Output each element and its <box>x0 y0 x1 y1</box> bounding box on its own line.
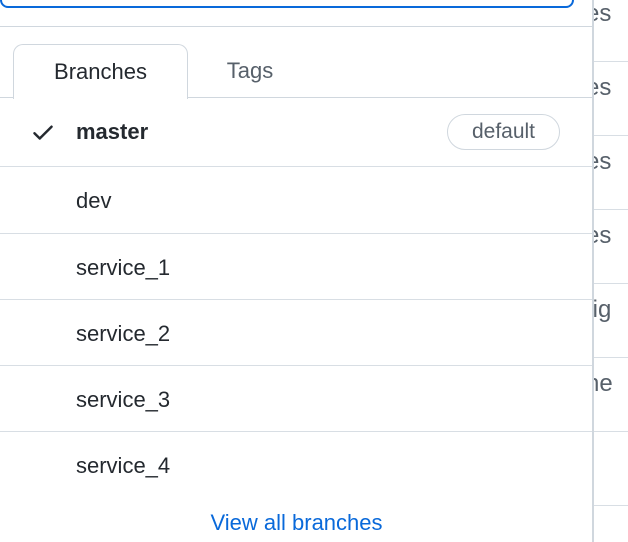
background-row-text: es <box>594 222 612 249</box>
branch-name: service_3 <box>76 387 171 412</box>
background-row-text: es <box>594 148 612 175</box>
branch-item-dev[interactable]: dev <box>0 167 592 234</box>
background-row: es <box>594 136 628 210</box>
background-row: es <box>594 210 628 284</box>
branch-item-service-2[interactable]: service_2 <box>0 300 592 366</box>
branch-name: master <box>76 119 149 144</box>
background-row: es <box>594 62 628 136</box>
background-row-text: tig <box>594 296 612 323</box>
branch-item-master[interactable]: master default <box>0 98 592 167</box>
background-row: ne <box>594 358 628 432</box>
background-row-text: es <box>594 74 612 101</box>
branch-switcher-dropdown: Branches Tags master default dev service… <box>0 0 593 542</box>
branch-item-service-1[interactable]: service_1 <box>0 234 592 300</box>
branch-name: service_4 <box>76 453 171 478</box>
background-row <box>594 432 628 506</box>
background-row: tig <box>594 284 628 358</box>
view-all-branches-link[interactable]: View all branches <box>0 510 592 536</box>
tab-branches[interactable]: Branches <box>13 44 188 99</box>
default-badge: default <box>447 114 560 150</box>
background-row: es <box>594 0 628 62</box>
branch-item-service-4[interactable]: service_4 <box>0 432 592 498</box>
check-icon <box>33 125 53 140</box>
page: es es es es tig ne Branches Tags master … <box>0 0 628 542</box>
branch-name: service_1 <box>76 255 171 280</box>
branch-filter-input[interactable] <box>0 0 574 8</box>
background-list: es es es es tig ne <box>593 0 628 542</box>
tab-tags[interactable]: Tags <box>188 44 312 98</box>
branch-name: service_2 <box>76 321 171 346</box>
tab-bar: Branches Tags <box>0 44 592 99</box>
background-row-text: es <box>594 0 612 27</box>
background-row-text: ne <box>594 370 613 397</box>
branch-name: dev <box>76 188 112 213</box>
branch-item-service-3[interactable]: service_3 <box>0 366 592 432</box>
filter-divider <box>0 26 592 27</box>
